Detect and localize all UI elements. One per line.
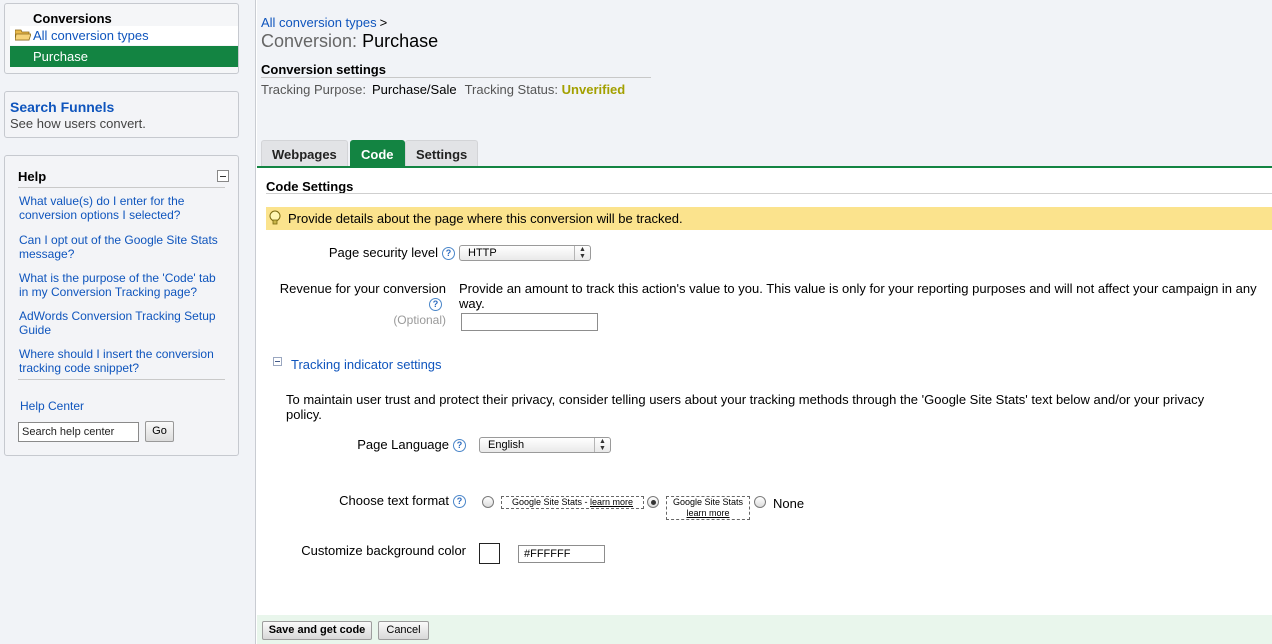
divider <box>18 379 225 380</box>
format-label: Choose text format <box>339 493 449 508</box>
language-label: Page Language <box>357 437 449 452</box>
tracking-info: Tracking Purpose: Purchase/Sale Tracking S… <box>261 82 625 97</box>
bg-color-label: Customize background color <box>301 543 466 558</box>
sidebar-item-purchase[interactable]: Purchase <box>10 46 238 67</box>
help-question-icon[interactable]: ? <box>453 495 466 509</box>
help-link[interactable]: Can I opt out of the Google Site Stats m… <box>19 233 224 261</box>
revenue-description: Provide an amount to track this action's… <box>459 281 1257 311</box>
page-title: Conversion: Purchase <box>261 31 438 52</box>
search-funnels-link[interactable]: Search Funnels <box>10 99 114 115</box>
search-funnels-desc: See how users convert. <box>10 116 146 131</box>
tracking-status-value: Unverified <box>561 82 626 97</box>
help-question-icon[interactable]: ? <box>442 247 455 261</box>
collapse-help-icon[interactable] <box>217 170 229 182</box>
breadcrumb-all-types[interactable]: All conversion types <box>261 15 377 30</box>
format-option-1-preview: Google Site Stats - learn more <box>501 496 644 509</box>
search-help-input[interactable]: Search help center <box>18 422 139 442</box>
search-funnels-panel: Search Funnels See how users convert. <box>4 91 239 138</box>
code-settings-title: Code Settings <box>266 179 354 194</box>
help-question-icon[interactable]: ? <box>429 298 442 312</box>
conversion-settings-title: Conversion settings <box>261 62 386 77</box>
language-select[interactable]: English ▲ ▼ <box>479 437 611 453</box>
format-option-1-text: Google Site Stats - <box>511 497 590 507</box>
sidebar: Conversions All conversion types Purchas… <box>0 0 256 644</box>
security-select-value: HTTP <box>468 247 497 259</box>
divider <box>266 193 1272 194</box>
header: All conversion types > Conversion: Purcha… <box>257 0 1272 168</box>
tracking-purpose-value: Purchase/Sale <box>372 82 457 97</box>
format-radio-3[interactable] <box>754 496 766 508</box>
format-option-1-learn-more[interactable]: learn more <box>590 497 633 507</box>
main-content: All conversion types > Conversion: Purcha… <box>257 0 1272 644</box>
tab-code[interactable]: Code <box>350 140 405 167</box>
privacy-text: To maintain user trust and protect their… <box>286 392 1205 422</box>
help-center-link[interactable]: Help Center <box>20 399 84 413</box>
breadcrumb-separator: > <box>379 15 388 30</box>
tracking-status-label: Tracking Status: <box>464 82 559 97</box>
language-select-value: English <box>488 439 525 451</box>
revenue-label: Revenue for your conversion <box>279 281 446 296</box>
folder-icon <box>15 29 31 41</box>
format-option-3-label: None <box>773 496 805 511</box>
format-option-2-preview: Google Site Stats learn more <box>666 496 750 520</box>
select-arrows-icon: ▲ ▼ <box>594 438 610 452</box>
format-label-row: Choose text format? <box>257 493 466 509</box>
breadcrumb: All conversion types > <box>261 15 387 30</box>
footer-actions: Save and get code Cancel <box>257 615 1272 644</box>
tab-settings[interactable]: Settings <box>405 140 479 167</box>
collapse-tracking-indicator-icon[interactable] <box>273 357 282 366</box>
tab-webpages[interactable]: Webpages <box>261 140 348 167</box>
select-arrows-icon: ▲ ▼ <box>574 246 590 260</box>
tracking-purpose-label: Tracking Purpose: <box>261 82 367 97</box>
help-link[interactable]: AdWords Conversion Tracking Setup Guide <box>19 309 224 337</box>
lightbulb-icon <box>269 210 281 225</box>
all-conversion-types-label[interactable]: All conversion types <box>33 28 149 43</box>
format-option-2-learn-more[interactable]: learn more <box>667 508 749 519</box>
cancel-button[interactable]: Cancel <box>378 621 429 640</box>
security-label: Page security level <box>328 245 438 260</box>
help-panel: Help What value(s) do I enter for the co… <box>4 155 239 456</box>
help-link[interactable]: What is the purpose of the 'Code' tab in… <box>19 271 224 299</box>
help-title: Help <box>18 169 47 184</box>
format-radio-2[interactable] <box>647 496 659 508</box>
tracking-indicator-toggle[interactable]: Tracking indicator settings <box>291 357 442 372</box>
all-conversion-types-link[interactable]: All conversion types <box>10 26 238 45</box>
security-label-row: Page security level? <box>257 245 455 261</box>
conversions-title: Conversions <box>33 11 112 26</box>
help-link[interactable]: What value(s) do I enter for the convers… <box>19 194 224 222</box>
language-label-row: Page Language? <box>257 437 466 453</box>
page-title-value: Purchase <box>362 31 439 51</box>
format-option-2-text: Google Site Stats <box>672 497 744 507</box>
bg-color-swatch[interactable] <box>479 543 500 564</box>
revenue-optional: (Optional) <box>393 313 446 327</box>
conversions-panel: Conversions All conversion types Purchas… <box>4 3 239 74</box>
divider <box>18 187 225 188</box>
go-button[interactable]: Go <box>145 421 174 442</box>
revenue-input[interactable] <box>461 313 598 331</box>
help-question-icon[interactable]: ? <box>453 439 466 453</box>
code-settings-panel: Code Settings Provide details about the … <box>257 168 1272 615</box>
help-link[interactable]: Where should I insert the conversion tra… <box>19 347 224 375</box>
divider <box>261 77 651 78</box>
save-and-get-code-button[interactable]: Save and get code <box>262 621 372 640</box>
revenue-help-row: ? <box>257 296 442 312</box>
bg-color-input[interactable]: #FFFFFF <box>518 545 605 563</box>
page-title-prefix: Conversion: <box>261 31 358 51</box>
format-radio-1[interactable] <box>482 496 494 508</box>
notice-banner: Provide details about the page where thi… <box>266 207 1272 230</box>
notice-text: Provide details about the page where thi… <box>288 211 683 226</box>
security-select[interactable]: HTTP ▲ ▼ <box>459 245 591 261</box>
